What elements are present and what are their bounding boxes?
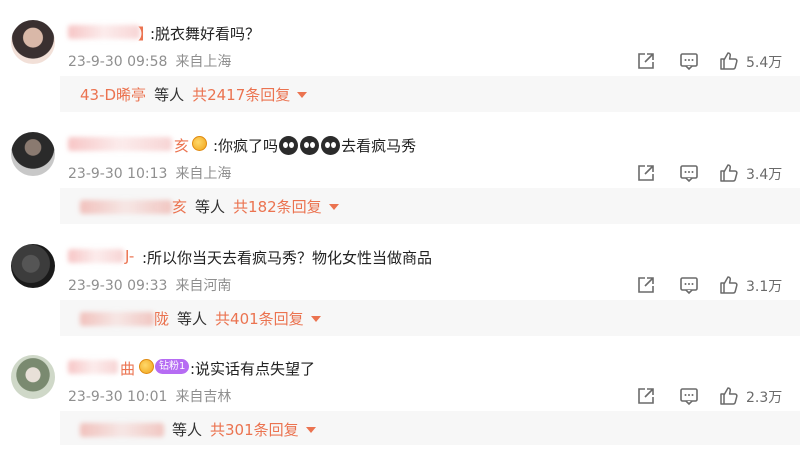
vip-badge <box>192 134 207 152</box>
caret-down-icon[interactable] <box>297 91 308 98</box>
username-tail[interactable]: J- <box>125 247 134 265</box>
thumbs-up-icon[interactable] <box>719 163 739 183</box>
caret-down-icon[interactable] <box>310 315 321 322</box>
thumbs-up-icon[interactable] <box>719 51 739 71</box>
reply-summary[interactable]: 陇 等人 共401条回复 <box>60 300 800 336</box>
reply-summary[interactable]: 等人 共301条回复 <box>60 411 800 445</box>
reply-user-tail[interactable]: 陇 <box>154 308 169 329</box>
reply-count[interactable]: 共182条回复 <box>233 196 322 217</box>
avatar[interactable] <box>11 20 55 64</box>
reply-user[interactable]: 43-D晞亭 <box>80 84 146 105</box>
like-count: 5.4万 <box>746 55 783 71</box>
comment-item: 曲 钻粉1 :说实话有点失望了 23-9-30 10:01 来自吉林 2.3万 等… <box>0 355 800 467</box>
caret-down-icon[interactable] <box>328 203 339 210</box>
reply-user-blurred[interactable] <box>80 422 164 437</box>
username-tail[interactable]: 亥 <box>174 135 189 156</box>
comment-meta: 23-9-30 10:01 来自吉林 <box>68 386 231 406</box>
reply-wait-label: 等人 <box>172 421 203 439</box>
reply-user-blurred[interactable] <box>80 311 154 326</box>
comment-date: 23-9-30 09:33 <box>68 278 168 294</box>
comment-icon[interactable] <box>679 275 699 295</box>
share-icon[interactable] <box>636 163 656 183</box>
username-blurred[interactable] <box>68 137 172 151</box>
share-icon[interactable] <box>636 386 656 406</box>
crying-face-icon <box>321 136 341 155</box>
comment-text: :脱衣舞好看吗？ <box>150 25 261 43</box>
fan-badge: 钻粉1 <box>139 357 190 375</box>
crying-face-icon <box>279 136 299 155</box>
like-count: 2.3万 <box>746 390 783 406</box>
reply-summary[interactable]: 43-D晞亭 等人 共2417条回复 <box>60 76 800 112</box>
comment-location: 来自河南 <box>175 278 232 294</box>
share-icon[interactable] <box>636 275 656 295</box>
fan-level-label: 钻粉1 <box>155 358 190 374</box>
comment-location: 来自上海 <box>175 54 232 70</box>
reply-wait-label: 等人 <box>177 310 208 328</box>
comment-date: 23-9-30 10:13 <box>68 166 168 182</box>
comment-item: 】 :脱衣舞好看吗？ 23-9-30 09:58 来自上海 5.4万 43-D晞亭… <box>0 20 800 132</box>
reply-count[interactable]: 共401条回复 <box>215 308 304 329</box>
crying-face-icon <box>300 136 320 155</box>
reply-count[interactable]: 共301条回复 <box>210 419 299 440</box>
avatar[interactable] <box>11 132 55 176</box>
comment-meta: 23-9-30 09:58 来自上海 <box>68 51 231 71</box>
reply-count[interactable]: 共2417条回复 <box>192 84 290 105</box>
comment-text: :所以你当天去看疯马秀？物化女性当做商品 <box>142 249 433 267</box>
like-count: 3.4万 <box>746 167 783 183</box>
thumbs-up-icon[interactable] <box>719 386 739 406</box>
crown-icon <box>139 358 154 374</box>
comment-icon[interactable] <box>679 51 699 71</box>
comment-date: 23-9-30 10:01 <box>68 389 168 405</box>
username-blurred[interactable] <box>68 249 124 263</box>
username-blurred[interactable] <box>68 25 140 39</box>
comment-location: 来自吉林 <box>175 389 232 405</box>
comment-text: :你疯了吗 去看疯马秀 <box>213 136 417 155</box>
thumbs-up-icon[interactable] <box>719 275 739 295</box>
comment-location: 来自上海 <box>175 166 232 182</box>
reply-summary[interactable]: 亥 等人 共182条回复 <box>60 188 800 224</box>
username-blurred[interactable] <box>68 360 118 374</box>
comment-meta: 23-9-30 10:13 来自上海 <box>68 163 231 183</box>
comment-icon[interactable] <box>679 163 699 183</box>
reply-wait-label: 等人 <box>195 198 226 216</box>
avatar[interactable] <box>11 355 55 399</box>
comment-item: J- :所以你当天去看疯马秀？物化女性当做商品 23-9-30 09:33 来自河… <box>0 244 800 356</box>
caret-down-icon[interactable] <box>305 426 316 433</box>
reply-user-blurred[interactable] <box>80 199 172 214</box>
comment-date: 23-9-30 09:58 <box>68 54 168 70</box>
avatar[interactable] <box>11 244 55 288</box>
share-icon[interactable] <box>636 51 656 71</box>
comment-item: 亥 :你疯了吗 去看疯马秀 23-9-30 10:13 来自上海 3.4万 亥 等… <box>0 132 800 244</box>
comment-meta: 23-9-30 09:33 来自河南 <box>68 275 231 295</box>
crown-icon <box>192 135 207 151</box>
reply-wait-label: 等人 <box>154 86 185 104</box>
like-count: 3.1万 <box>746 279 783 295</box>
username-tail[interactable]: 曲 <box>120 358 135 379</box>
comment-text: :说实话有点失望了 <box>190 360 316 378</box>
comment-icon[interactable] <box>679 386 699 406</box>
reply-user-tail[interactable]: 亥 <box>172 196 187 217</box>
